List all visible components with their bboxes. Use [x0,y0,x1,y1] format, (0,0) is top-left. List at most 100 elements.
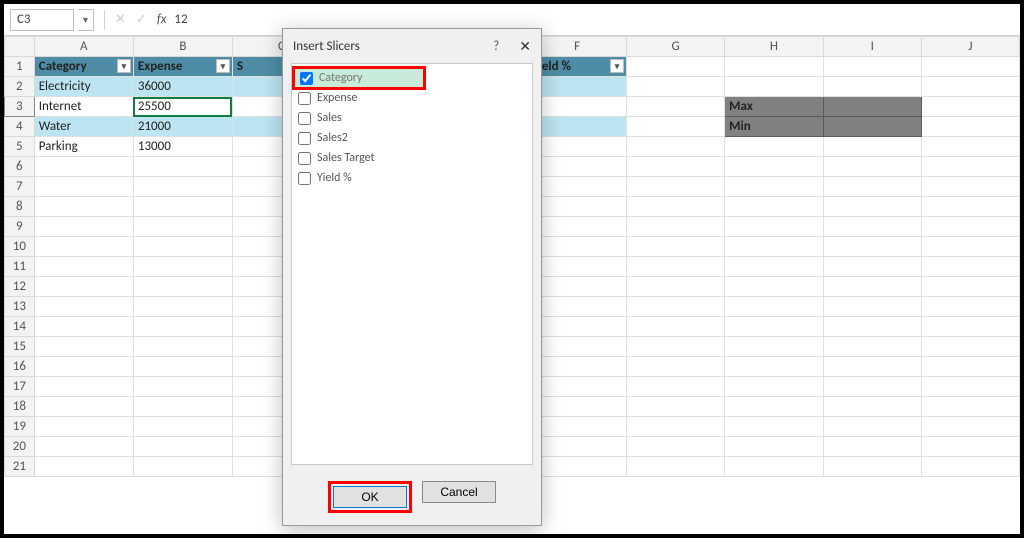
cell[interactable] [528,137,627,157]
cell[interactable] [627,217,725,237]
cell[interactable] [627,357,725,377]
cell[interactable] [34,197,133,217]
cell[interactable] [133,357,232,377]
cell[interactable] [921,217,1019,237]
cell[interactable] [627,157,725,177]
cell[interactable] [921,117,1019,137]
slicer-field-checkbox[interactable] [298,112,311,125]
cell[interactable] [34,277,133,297]
cell[interactable] [528,77,627,97]
formula-bar-input[interactable]: 12 [174,12,202,27]
cell[interactable]: Internet [34,97,133,117]
filter-dropdown-icon[interactable]: ▾ [216,59,230,73]
cell[interactable] [133,157,232,177]
cell[interactable] [823,177,921,197]
cell[interactable] [823,217,921,237]
close-icon[interactable]: ✕ [519,38,531,55]
cell[interactable] [627,77,725,97]
cell[interactable] [921,77,1019,97]
cell[interactable] [528,377,627,397]
name-box[interactable]: C3 [10,9,74,31]
row-header[interactable]: 2 [5,77,35,97]
cell[interactable] [133,457,232,477]
row-header[interactable]: 21 [5,457,35,477]
cell[interactable] [627,57,725,77]
cell[interactable] [725,357,824,377]
cell[interactable] [528,197,627,217]
cell[interactable] [133,177,232,197]
cell[interactable] [725,77,824,97]
cell[interactable] [627,117,725,137]
cell[interactable] [921,457,1019,477]
cell[interactable] [627,397,725,417]
cell[interactable] [823,137,921,157]
cell[interactable] [133,397,232,417]
cell[interactable] [627,237,725,257]
slicer-field-checkbox[interactable] [298,132,311,145]
slicer-field-checkbox[interactable] [298,92,311,105]
cell[interactable] [133,437,232,457]
cell[interactable] [725,317,824,337]
col-header[interactable]: F [528,37,627,57]
slicer-field-row[interactable]: Sales Target [292,148,532,168]
col-header[interactable]: I [823,37,921,57]
cell[interactable]: 13000 [133,137,232,157]
accept-formula-icon[interactable]: ✓ [136,12,147,27]
cell[interactable] [528,317,627,337]
cell[interactable] [528,97,627,117]
cell[interactable] [627,457,725,477]
cell[interactable] [627,297,725,317]
cell[interactable] [725,437,824,457]
cell[interactable] [921,377,1019,397]
row-header[interactable]: 5 [5,137,35,157]
cell[interactable] [823,417,921,437]
cell[interactable] [921,257,1019,277]
cell[interactable] [921,317,1019,337]
row-header[interactable]: 8 [5,197,35,217]
cell[interactable]: Yield %▾ [528,57,627,77]
cell[interactable] [627,437,725,457]
cell[interactable] [921,337,1019,357]
help-icon[interactable]: ? [493,39,499,54]
cell[interactable] [627,137,725,157]
cell[interactable]: 25500 [133,97,232,117]
cell[interactable] [133,297,232,317]
cell[interactable] [133,237,232,257]
cell[interactable] [34,397,133,417]
row-header[interactable]: 6 [5,157,35,177]
cell[interactable] [823,297,921,317]
cell[interactable]: Min [725,117,824,137]
cell[interactable] [627,277,725,297]
cell[interactable] [528,237,627,257]
row-header[interactable]: 15 [5,337,35,357]
cell[interactable] [725,377,824,397]
row-header[interactable]: 7 [5,177,35,197]
cell[interactable] [627,417,725,437]
row-header[interactable]: 14 [5,317,35,337]
cell[interactable] [725,397,824,417]
col-header[interactable]: B [133,37,232,57]
cell[interactable] [528,157,627,177]
cancel-formula-icon[interactable]: ✕ [115,12,126,27]
cell[interactable] [921,197,1019,217]
row-header[interactable]: 17 [5,377,35,397]
cell[interactable] [34,337,133,357]
cell[interactable] [528,417,627,437]
row-header[interactable]: 20 [5,437,35,457]
cell[interactable] [921,237,1019,257]
row-header[interactable]: 19 [5,417,35,437]
row-header[interactable]: 1 [5,57,35,77]
cell[interactable] [528,177,627,197]
cell[interactable]: 36000 [133,77,232,97]
cell[interactable] [725,137,824,157]
filter-dropdown-icon[interactable]: ▾ [117,59,131,73]
slicer-field-row[interactable]: Expense [292,88,532,108]
cell[interactable] [725,257,824,277]
cell[interactable] [725,177,824,197]
row-header[interactable]: 16 [5,357,35,377]
cell[interactable] [823,197,921,217]
cell[interactable] [34,157,133,177]
cell[interactable] [823,397,921,417]
row-header[interactable]: 18 [5,397,35,417]
cell[interactable] [133,377,232,397]
